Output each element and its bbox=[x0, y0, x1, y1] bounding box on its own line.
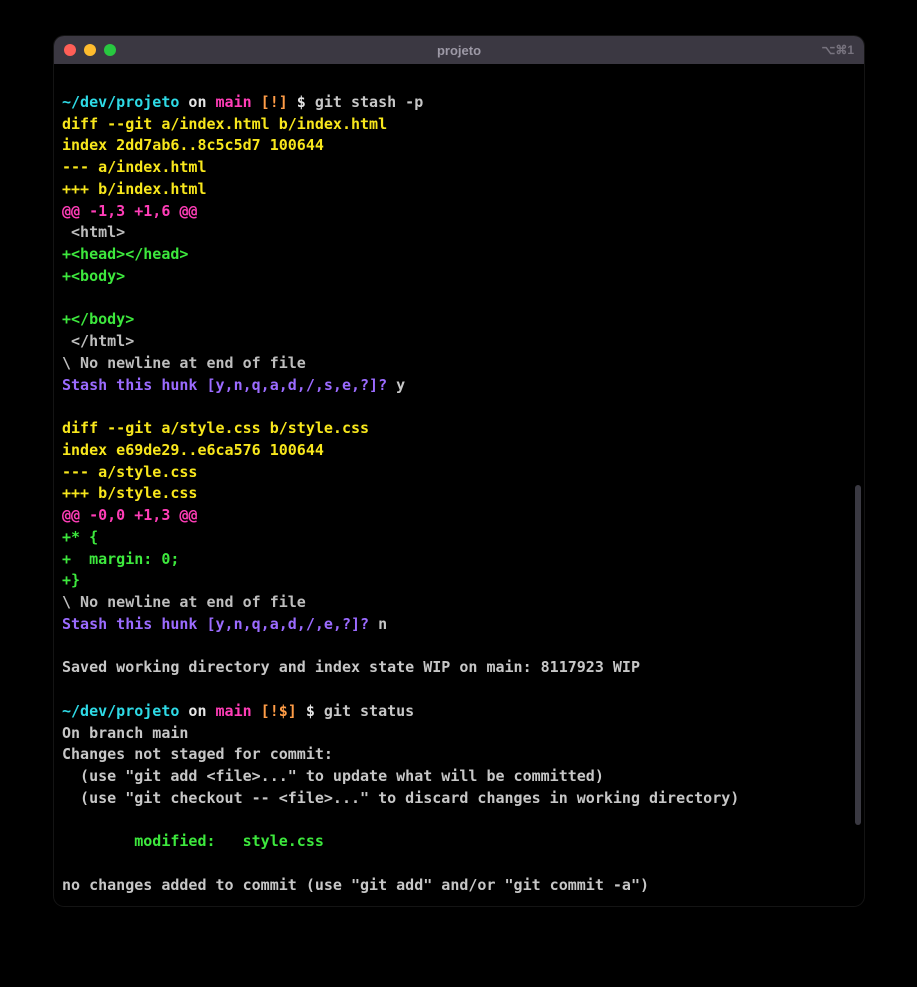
prompt-command: git stash -p bbox=[315, 93, 423, 111]
diff-minus-file: --- a/style.css bbox=[62, 463, 197, 481]
stash-prompt: Stash this hunk [y,n,q,a,d,/,s,e,?]? bbox=[62, 376, 387, 394]
prompt-flags: [!] bbox=[252, 93, 288, 111]
diff-index: index 2dd7ab6..8c5c5d7 100644 bbox=[62, 136, 324, 154]
diff-context: <html> bbox=[62, 223, 125, 241]
diff-add: +</body> bbox=[62, 310, 134, 328]
status-not-staged: Changes not staged for commit: bbox=[62, 745, 333, 763]
diff-index: index e69de29..e6ca576 100644 bbox=[62, 441, 324, 459]
diff-header: diff --git a/index.html b/index.html bbox=[62, 115, 387, 133]
prompt-symbol: $ bbox=[297, 702, 324, 720]
status-branch: On branch main bbox=[62, 724, 188, 742]
prompt-path: ~/dev/projeto bbox=[62, 93, 179, 111]
prompt-branch: main bbox=[216, 702, 252, 720]
diff-hunk: @@ -0,0 +1,3 @@ bbox=[62, 506, 197, 524]
prompt-flags: [!$] bbox=[252, 702, 297, 720]
diff-add: +* { bbox=[62, 528, 98, 546]
diff-plus-file: +++ b/style.css bbox=[62, 484, 197, 502]
stash-answer: n bbox=[369, 615, 387, 633]
prompt-symbol: $ bbox=[288, 93, 315, 111]
diff-minus-file: --- a/index.html bbox=[62, 158, 207, 176]
window-title: projeto bbox=[54, 43, 864, 58]
close-button[interactable] bbox=[64, 44, 76, 56]
diff-noeol: \ No newline at end of file bbox=[62, 354, 306, 372]
status-modified: modified: style.css bbox=[62, 832, 324, 850]
prompt-line-1: ~/dev/projeto on main [!] $ git stash -p bbox=[62, 93, 423, 111]
diff-add: +<head></head> bbox=[62, 245, 188, 263]
terminal-window: projeto ⌥⌘1 ~/dev/projeto on main [!] $ … bbox=[54, 36, 864, 906]
minimize-button[interactable] bbox=[84, 44, 96, 56]
diff-header: diff --git a/style.css b/style.css bbox=[62, 419, 369, 437]
stash-answer: y bbox=[387, 376, 405, 394]
status-no-changes: no changes added to commit (use "git add… bbox=[62, 876, 649, 894]
scrollbar[interactable] bbox=[855, 485, 861, 825]
diff-noeol: \ No newline at end of file bbox=[62, 593, 306, 611]
titlebar: projeto ⌥⌘1 bbox=[54, 36, 864, 64]
diff-hunk: @@ -1,3 +1,6 @@ bbox=[62, 202, 197, 220]
terminal-content[interactable]: ~/dev/projeto on main [!] $ git stash -p… bbox=[54, 64, 864, 906]
window-shortcut: ⌥⌘1 bbox=[821, 43, 854, 57]
diff-add: +<body> bbox=[62, 267, 125, 285]
diff-context: </html> bbox=[62, 332, 134, 350]
diff-add: + margin: 0; bbox=[62, 550, 179, 568]
prompt-line-2: ~/dev/projeto on main [!$] $ git status bbox=[62, 702, 414, 720]
stash-prompt: Stash this hunk [y,n,q,a,d,/,e,?]? bbox=[62, 615, 369, 633]
stash-prompt-line: Stash this hunk [y,n,q,a,d,/,s,e,?]? y bbox=[62, 376, 405, 394]
stash-prompt-line: Stash this hunk [y,n,q,a,d,/,e,?]? n bbox=[62, 615, 387, 633]
stash-saved: Saved working directory and index state … bbox=[62, 658, 640, 676]
prompt-path: ~/dev/projeto bbox=[62, 702, 179, 720]
zoom-button[interactable] bbox=[104, 44, 116, 56]
diff-add: +} bbox=[62, 571, 80, 589]
traffic-lights bbox=[64, 44, 116, 56]
status-hint: (use "git add <file>..." to update what … bbox=[62, 767, 604, 785]
prompt-on: on bbox=[179, 93, 215, 111]
prompt-on: on bbox=[179, 702, 215, 720]
prompt-command: git status bbox=[324, 702, 414, 720]
diff-plus-file: +++ b/index.html bbox=[62, 180, 207, 198]
prompt-branch: main bbox=[216, 93, 252, 111]
status-hint: (use "git checkout -- <file>..." to disc… bbox=[62, 789, 739, 807]
